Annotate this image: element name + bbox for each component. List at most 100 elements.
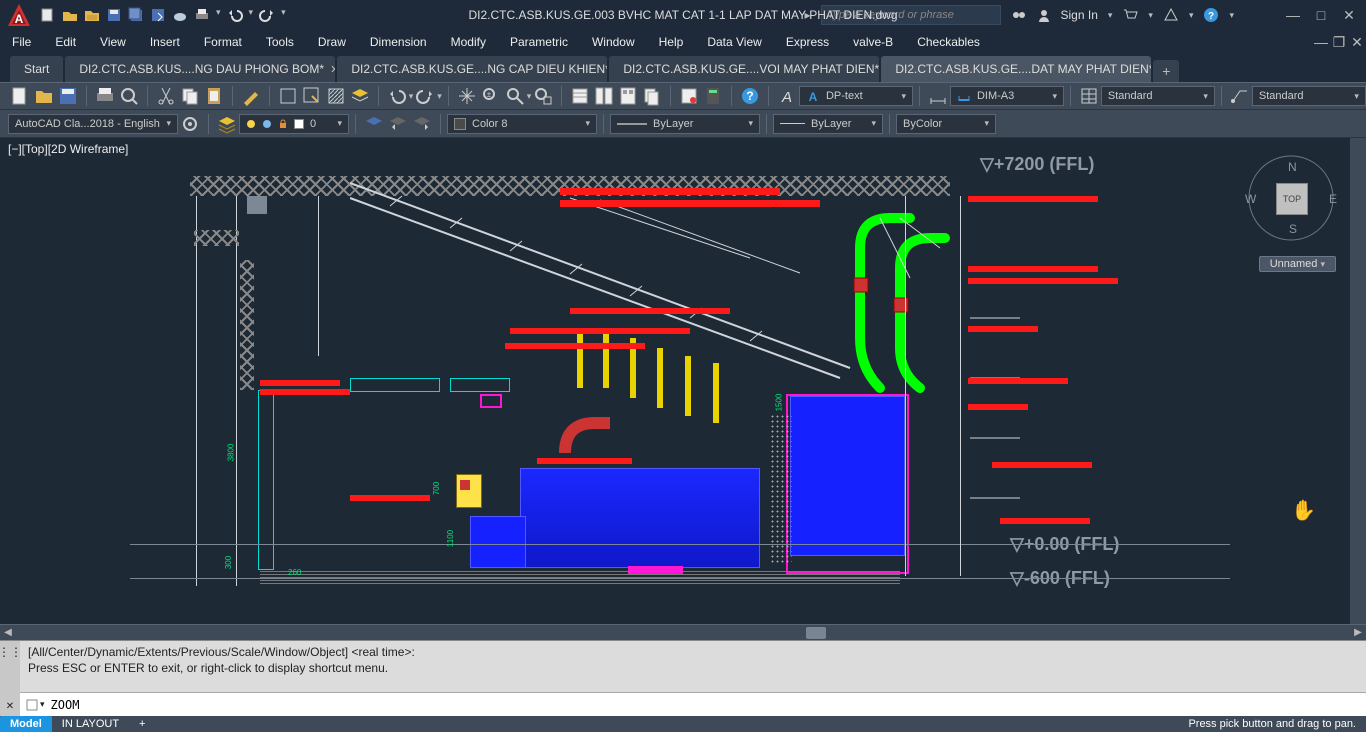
layer-icon[interactable] — [350, 86, 370, 106]
menu-tools[interactable]: Tools — [254, 30, 306, 54]
color-dropdown[interactable]: Color 8 ▾ — [447, 114, 597, 134]
zoom-drop-icon[interactable]: ▾ — [527, 91, 532, 102]
menu-draw[interactable]: Draw — [306, 30, 358, 54]
tab-doc-1[interactable]: DI2.CTC.ASB.KUS....NG DAU PHONG BOM*✕ — [65, 56, 335, 82]
menu-edit[interactable]: Edit — [43, 30, 88, 54]
menu-file[interactable]: File — [0, 30, 43, 54]
zoom-window-icon[interactable] — [505, 86, 525, 106]
qcalc-icon[interactable] — [703, 86, 723, 106]
menu-format[interactable]: Format — [192, 30, 254, 54]
redo-icon[interactable] — [259, 7, 275, 23]
help-dropdown-icon[interactable]: ▾ — [1229, 10, 1234, 21]
menu-parametric[interactable]: Parametric — [498, 30, 580, 54]
linetype-dropdown[interactable]: ByLayer ▾ — [773, 114, 883, 134]
add-layout-button[interactable]: + — [129, 716, 155, 732]
mleader-style-dropdown[interactable]: Standard ▾ — [1252, 86, 1366, 106]
zoom-prev-icon[interactable] — [533, 86, 553, 106]
model-tab[interactable]: Model — [0, 716, 52, 732]
plotstyle-dropdown[interactable]: ByColor ▾ — [896, 114, 996, 134]
text-style-dropdown[interactable]: A DP-text ▾ — [799, 86, 913, 106]
layerstate-icon[interactable] — [364, 114, 384, 134]
help-tool-icon[interactable]: ? — [740, 86, 760, 106]
drawing-viewport[interactable]: [−][Top][2D Wireframe] ▽+7200 (FFL) ▽+0.… — [0, 138, 1366, 624]
vertical-scrollbar[interactable] — [1350, 138, 1366, 624]
saveas-icon[interactable] — [150, 7, 166, 23]
cut-icon[interactable] — [156, 86, 176, 106]
sign-in-link[interactable]: Sign In — [1061, 8, 1098, 22]
command-grip[interactable]: ⋮⋮ ✕ — [0, 641, 20, 716]
scroll-left-icon[interactable]: ◀ — [0, 625, 16, 641]
workspace-gear-icon[interactable] — [180, 114, 200, 134]
pan-icon[interactable] — [457, 86, 477, 106]
horizontal-scrollbar[interactable]: ◀ ▶ — [0, 624, 1366, 640]
new-doc-icon[interactable] — [10, 86, 30, 106]
qat-dropdown-arrow-icon[interactable]: ▾ — [216, 7, 221, 23]
a360-icon[interactable] — [1163, 7, 1179, 23]
dim-style-dropdown[interactable]: DIM-A3 ▾ — [950, 86, 1064, 106]
table-style-dropdown[interactable]: Standard ▾ — [1101, 86, 1215, 106]
autocad-logo[interactable]: A — [4, 0, 34, 30]
match-props-icon[interactable] — [241, 86, 261, 106]
sheetset-icon[interactable] — [642, 86, 662, 106]
scroll-right-icon[interactable]: ▶ — [1350, 625, 1366, 641]
save-disk-icon[interactable] — [58, 86, 78, 106]
tab-doc-3[interactable]: DI2.CTC.ASB.KUS.GE....VOI MAY PHAT DIEN*… — [609, 56, 879, 82]
view-state-button[interactable]: Unnamed ▾ — [1259, 256, 1336, 272]
command-input[interactable] — [51, 698, 1360, 712]
menu-dimension[interactable]: Dimension — [358, 30, 439, 54]
layernext-icon[interactable] — [412, 114, 432, 134]
save-icon[interactable] — [106, 7, 122, 23]
layout-tab[interactable]: IN LAYOUT — [52, 716, 129, 732]
dim-icon[interactable] — [928, 86, 948, 106]
redo-tool-drop-icon[interactable]: ▾ — [437, 91, 442, 102]
new-tab-button[interactable]: + — [1153, 60, 1179, 82]
command-window[interactable]: ⋮⋮ ✕ [All/Center/Dynamic/Extents/Previou… — [0, 640, 1366, 716]
menu-view[interactable]: View — [88, 30, 138, 54]
undo-icon[interactable] — [227, 7, 243, 23]
menu-insert[interactable]: Insert — [138, 30, 192, 54]
minimize-icon[interactable]: — — [1284, 6, 1302, 24]
doc-restore-icon[interactable]: ❐ — [1330, 33, 1348, 51]
tab-doc-4[interactable]: DI2.CTC.ASB.KUS.GE....DAT MAY PHAT DIEN*… — [881, 56, 1151, 82]
menu-window[interactable]: Window — [580, 30, 647, 54]
tab-doc-2[interactable]: DI2.CTC.ASB.KUS.GE....NG CAP DIEU KHIEN*… — [337, 56, 607, 82]
block-icon[interactable] — [278, 86, 298, 106]
command-close-icon[interactable]: ✕ — [6, 701, 14, 712]
designcenter-icon[interactable] — [594, 86, 614, 106]
help-icon[interactable]: ? — [1203, 7, 1219, 23]
new-icon[interactable] — [40, 7, 56, 23]
saveall-icon[interactable] — [128, 7, 144, 23]
toolpalettes-icon[interactable] — [618, 86, 638, 106]
doc-minimize-icon[interactable]: — — [1312, 33, 1330, 51]
lineweight-dropdown[interactable]: ByLayer ▾ — [610, 114, 760, 134]
command-input-row[interactable]: ▾ — [20, 692, 1366, 716]
paste-icon[interactable] — [204, 86, 224, 106]
a360-dropdown-icon[interactable]: ▾ — [1189, 10, 1194, 21]
cart-icon[interactable] — [1122, 7, 1138, 23]
cloud-icon[interactable] — [172, 7, 188, 23]
open-icon[interactable] — [62, 7, 78, 23]
copy-icon[interactable] — [180, 86, 200, 106]
menu-express[interactable]: Express — [774, 30, 841, 54]
text-icon[interactable]: A — [777, 86, 797, 106]
hatch-icon[interactable] — [326, 86, 346, 106]
preview-icon[interactable] — [119, 86, 139, 106]
open-folder-icon[interactable] — [34, 86, 54, 106]
zoom-realtime-icon[interactable]: ± — [481, 86, 501, 106]
workspace-dropdown[interactable]: AutoCAD Cla...2018 - English ▾ — [8, 114, 178, 134]
markup-icon[interactable] — [679, 86, 699, 106]
menu-valveb[interactable]: valve-B — [841, 30, 905, 54]
plot-icon[interactable] — [95, 86, 115, 106]
doc-close-icon[interactable]: ✕ — [1348, 33, 1366, 51]
menu-modify[interactable]: Modify — [439, 30, 498, 54]
tab-close-icon[interactable]: ✕ — [330, 63, 335, 76]
tab-start[interactable]: Start — [10, 56, 63, 82]
layer-dropdown[interactable]: 0 ▾ — [239, 114, 349, 134]
undo-dropdown-icon[interactable]: ▾ — [249, 7, 254, 23]
cart-dropdown-icon[interactable]: ▾ — [1148, 10, 1153, 21]
block-edit-icon[interactable] — [302, 86, 322, 106]
print-icon[interactable] — [194, 7, 210, 23]
open2-icon[interactable] — [84, 7, 100, 23]
redo-dropdown-icon[interactable]: ▾ — [281, 7, 286, 23]
undo-tool-icon[interactable] — [387, 86, 407, 106]
